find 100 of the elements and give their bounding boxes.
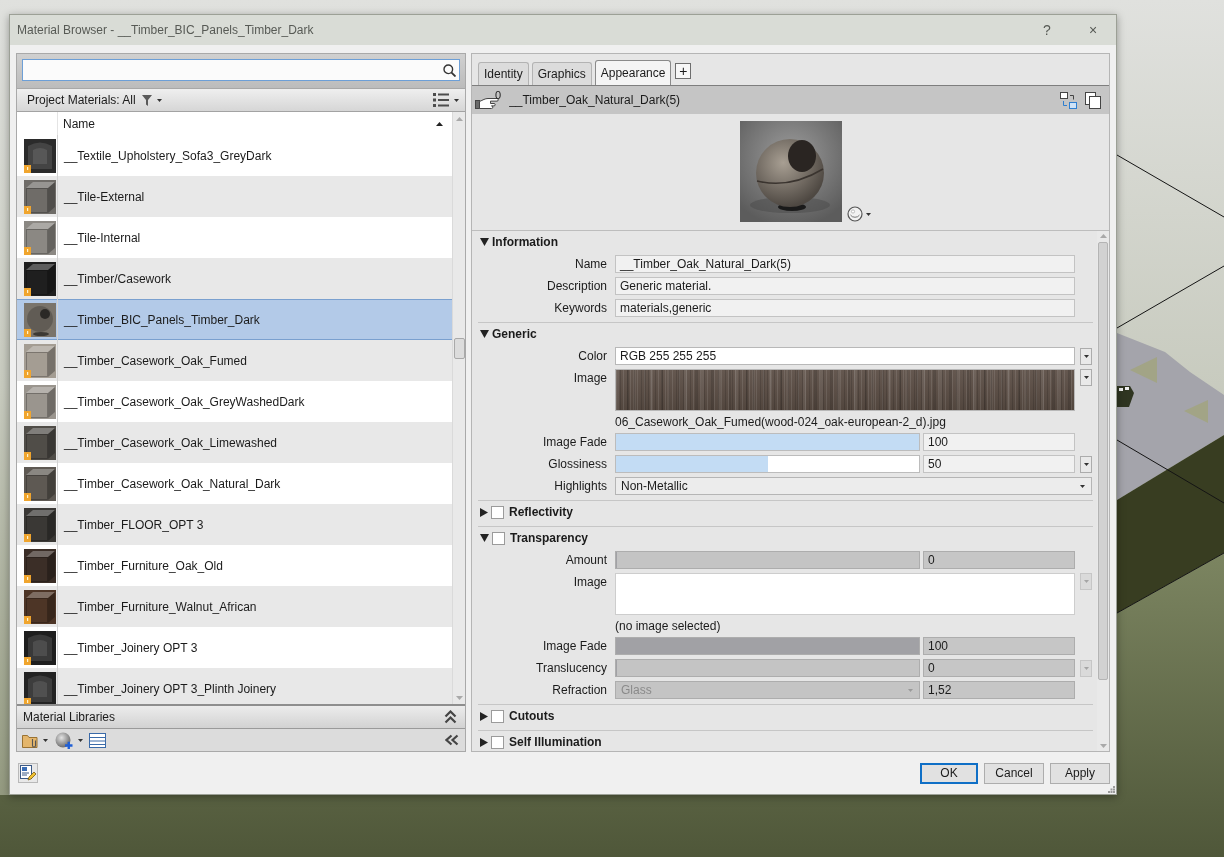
caret-icon — [1083, 376, 1089, 379]
status-badge-icon — [24, 574, 31, 583]
document-pencil-icon — [20, 765, 36, 781]
field-label: Image Fade — [541, 639, 607, 653]
field-label: Image Fade — [541, 435, 607, 449]
material-row[interactable]: __Tile-External — [17, 176, 452, 217]
scrollbar[interactable] — [452, 112, 465, 704]
double-chevron-left-icon[interactable] — [445, 734, 459, 746]
material-row[interactable]: __Timber_FLOOR_OPT 3 — [17, 504, 452, 545]
status-badge-icon — [24, 246, 31, 255]
image-caption: 06_Casework_Oak_Fumed(wood-024_oak-european-2_d).jpg — [615, 415, 946, 429]
scrollbar-thumb[interactable] — [453, 338, 465, 359]
close-button[interactable]: × — [1070, 15, 1116, 45]
material-row[interactable]: __Timber_Joinery OPT 3_Plinth Joinery — [17, 668, 452, 704]
material-row[interactable]: __Timber/Casework — [17, 258, 452, 299]
checkbox[interactable] — [491, 735, 504, 749]
section-title: Information — [492, 235, 558, 249]
dropdown-field[interactable]: Non-Metallic — [615, 477, 1092, 495]
tab[interactable]: Identity — [478, 62, 529, 85]
dialog-button[interactable]: Apply — [1050, 762, 1110, 784]
text-field[interactable]: __Timber_Oak_Natural_Dark(5) — [615, 255, 1075, 273]
copy-icon[interactable] — [1085, 91, 1101, 109]
section-title: Generic — [492, 327, 537, 341]
caret-icon — [78, 738, 83, 742]
text-field[interactable]: materials,generic — [615, 299, 1075, 317]
sphere-dropdown-icon[interactable] — [846, 206, 872, 222]
field-label: Amount — [564, 553, 607, 567]
checkbox[interactable] — [491, 709, 504, 723]
material-row[interactable]: __Timber_Casework_Oak_Limewashed — [17, 422, 452, 463]
double-chevron-up-icon[interactable] — [444, 710, 457, 724]
field-label: Color — [577, 349, 607, 363]
material-row[interactable]: __Timber_BIC_Panels_Timber_Dark — [17, 299, 452, 340]
field-label: Translucency — [535, 661, 607, 675]
section-title: Self Illumination — [509, 735, 602, 749]
dropdown-button[interactable] — [1080, 455, 1092, 473]
add-tab-button[interactable]: + — [675, 63, 692, 79]
help-button[interactable]: ? — [1024, 15, 1070, 45]
triangle-right-icon[interactable] — [480, 507, 488, 517]
bulleted-list-icon — [433, 93, 449, 107]
triangle-down-icon[interactable] — [480, 238, 489, 246]
tab[interactable]: Appearance — [594, 60, 672, 85]
triangle-down-icon[interactable] — [480, 534, 489, 542]
tab[interactable]: Graphics — [531, 62, 592, 85]
slider-track[interactable] — [615, 455, 920, 473]
edit-button[interactable] — [18, 763, 38, 783]
material-row[interactable]: __Timber_Casework_Oak_Fumed — [17, 340, 452, 381]
search-icon[interactable] — [443, 63, 456, 77]
open-library-button[interactable] — [22, 732, 48, 748]
caret-icon — [1083, 354, 1089, 358]
search-field[interactable] — [22, 59, 460, 81]
folder-clip-icon — [22, 732, 38, 748]
status-badge-icon — [24, 287, 31, 296]
wood-texture-image[interactable] — [615, 369, 1075, 411]
checkbox[interactable] — [492, 531, 505, 545]
funnel-icon — [141, 94, 152, 106]
scrollbar[interactable] — [1097, 231, 1109, 751]
number-field[interactable]: 50 — [923, 455, 1075, 473]
status-badge-icon — [24, 451, 31, 460]
list-window-icon[interactable] — [89, 732, 106, 748]
field-label: Image — [572, 574, 607, 591]
status-badge-icon — [24, 615, 31, 624]
resize-grip-icon[interactable] — [1108, 786, 1115, 793]
dialog-button[interactable]: Cancel — [984, 762, 1044, 784]
filter-label: Project Materials: All — [27, 93, 136, 107]
field-label: Image — [572, 370, 607, 387]
create-material-button[interactable] — [55, 731, 83, 749]
swap-squares-icon[interactable] — [1060, 91, 1077, 109]
scrollbar-thumb[interactable] — [1098, 242, 1108, 680]
caret-icon — [43, 738, 48, 742]
triangle-right-icon[interactable] — [480, 737, 488, 747]
status-badge-icon — [24, 328, 31, 337]
color-field[interactable]: RGB 255 255 255 — [615, 347, 1075, 365]
text-field[interactable]: Generic material. — [615, 277, 1075, 295]
field-label: Refraction — [551, 683, 607, 697]
dropdown-button[interactable] — [1080, 347, 1092, 365]
caret-icon — [156, 98, 162, 102]
triangle-right-icon[interactable] — [480, 711, 488, 721]
dialog-button[interactable]: OK — [920, 762, 978, 784]
window-title: Material Browser - __Timber_BIC_Panels_Timber_Dark — [17, 23, 315, 37]
asset-name: __Timber_Oak_Natural_Dark(5) — [509, 93, 681, 107]
filter-button[interactable] — [141, 94, 162, 106]
triangle-marker — [1184, 400, 1208, 423]
field-label: Description — [545, 279, 607, 293]
caret-icon — [1083, 580, 1089, 583]
slider-track[interactable] — [615, 433, 920, 451]
material-row[interactable]: __Timber_Furniture_Walnut_African — [17, 586, 452, 627]
section-title: Transparency — [510, 531, 589, 545]
number-field[interactable]: 100 — [923, 433, 1075, 451]
caret-icon — [1080, 484, 1085, 488]
image-caption: (no image selected) — [615, 619, 721, 633]
status-badge-icon — [24, 656, 31, 665]
libraries-title: Material Libraries — [23, 710, 116, 724]
field-label: Highlights — [553, 479, 607, 493]
status-badge-icon — [24, 369, 31, 378]
user-count: 0 — [495, 89, 502, 101]
triangle-marker — [1130, 357, 1157, 383]
triangle-down-icon[interactable] — [480, 330, 489, 338]
dropdown-button[interactable] — [1080, 369, 1092, 386]
view-options-button[interactable] — [433, 93, 459, 107]
checkbox[interactable] — [491, 505, 504, 519]
